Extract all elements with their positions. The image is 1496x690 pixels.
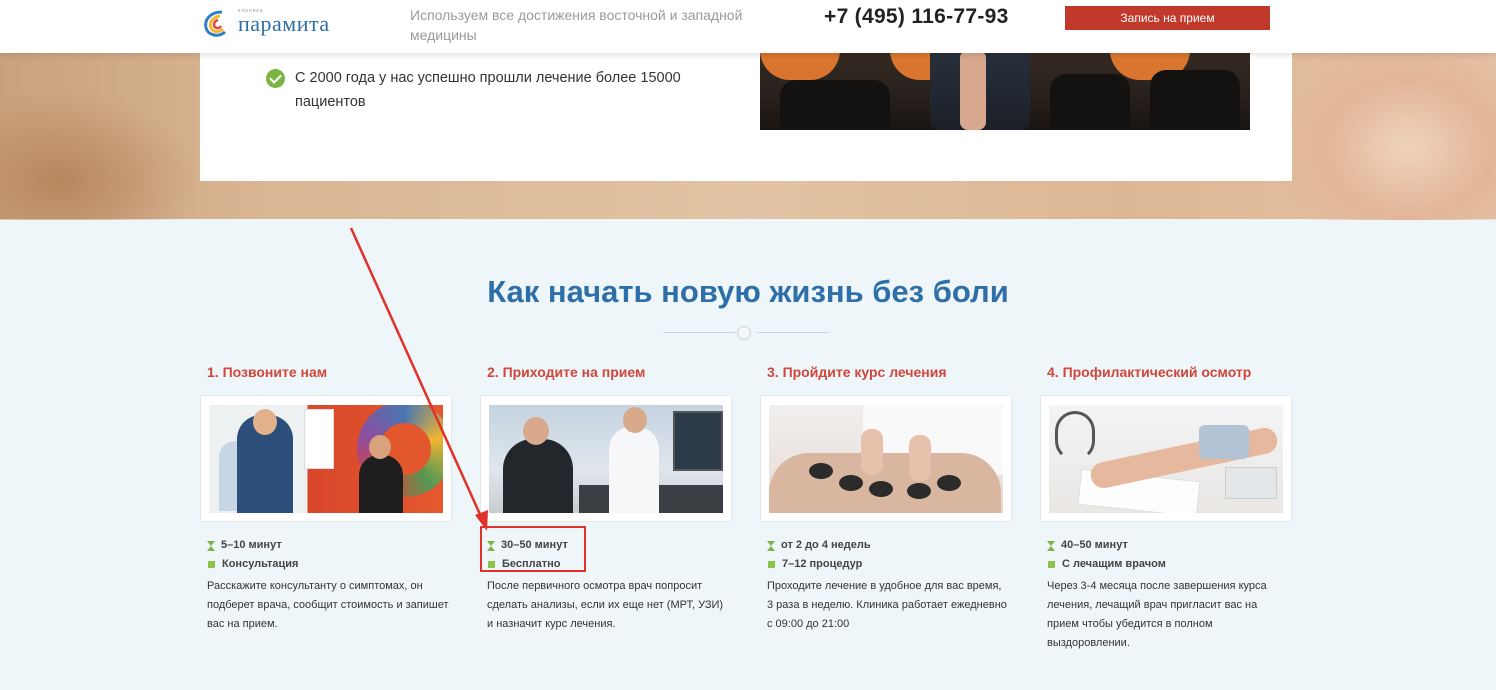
- header-phone[interactable]: +7 (495) 116-77-93: [824, 5, 1009, 29]
- square-bullet-icon: [208, 561, 215, 568]
- step-duration: 5–10 минут: [207, 536, 452, 555]
- step-duration: от 2 до 4 недель: [767, 536, 1012, 555]
- step-detail: 7–12 процедур: [767, 555, 1012, 574]
- book-appointment-button[interactable]: Запись на прием: [1065, 6, 1270, 30]
- step-photo: [760, 395, 1012, 522]
- step-detail: Консультация: [207, 555, 452, 574]
- step-card-3: 3. Пройдите курс лечения от 2 до 4 недел…: [760, 364, 1012, 634]
- step-title: 3. Пройдите курс лечения: [767, 364, 947, 380]
- step-duration-text: 5–10 минут: [221, 539, 282, 551]
- logo-text: парамита: [238, 11, 330, 36]
- step-card-2: 2. Приходите на прием 30–50 минут Беспла…: [480, 364, 732, 634]
- step-photo: [200, 395, 452, 522]
- step-photo: [1040, 395, 1292, 522]
- section-title: Как начать новую жизнь без боли: [487, 274, 1009, 309]
- hero-benefit: С 2000 года у нас успешно прошли лечение…: [266, 66, 686, 114]
- hero-benefit-text: С 2000 года у нас успешно прошли лечение…: [295, 70, 681, 110]
- annotation-highlight-box: [480, 526, 586, 572]
- step-title: 4. Профилактический осмотр: [1047, 364, 1252, 380]
- step-detail: С лечащим врачом: [1047, 555, 1292, 574]
- step-detail-text: С лечащим врачом: [1062, 558, 1166, 570]
- step-detail-text: Консультация: [222, 558, 299, 570]
- step-description: Расскажите консультанту о симптомах, он …: [207, 580, 449, 630]
- step-description: Через 3-4 месяца после завершения курса …: [1047, 580, 1267, 649]
- header-tagline: Используем все достижения восточной и за…: [410, 7, 743, 43]
- step-card-4: 4. Профилактический осмотр 40–50 минут С…: [1040, 364, 1292, 653]
- logo[interactable]: клиника парамита: [200, 6, 330, 42]
- step-duration-text: от 2 до 4 недель: [781, 539, 871, 551]
- step-duration-text: 40–50 минут: [1061, 539, 1128, 551]
- section-divider: [663, 326, 829, 340]
- step-duration: 40–50 минут: [1047, 536, 1292, 555]
- step-detail-text: 7–12 процедур: [782, 558, 863, 570]
- step-photo: [480, 395, 732, 522]
- hourglass-icon: [767, 540, 775, 551]
- check-icon: [266, 69, 285, 88]
- step-title: 1. Позвоните нам: [207, 364, 328, 380]
- step-description: Проходите лечение в удобное для вас врем…: [767, 580, 1007, 630]
- step-title: 2. Приходите на прием: [487, 364, 646, 380]
- logo-caption: клиника: [238, 8, 264, 14]
- square-bullet-icon: [768, 561, 775, 568]
- step-description: После первичного осмотра врач попросит с…: [487, 580, 724, 630]
- square-bullet-icon: [1048, 561, 1055, 568]
- site-header: клиника парамита Используем все достижен…: [0, 0, 1496, 53]
- hourglass-icon: [1047, 540, 1055, 551]
- step-card-1: 1. Позвоните нам 5–10 минут Консультация…: [200, 364, 452, 634]
- hourglass-icon: [207, 540, 215, 551]
- logo-swirl-icon: [200, 8, 232, 40]
